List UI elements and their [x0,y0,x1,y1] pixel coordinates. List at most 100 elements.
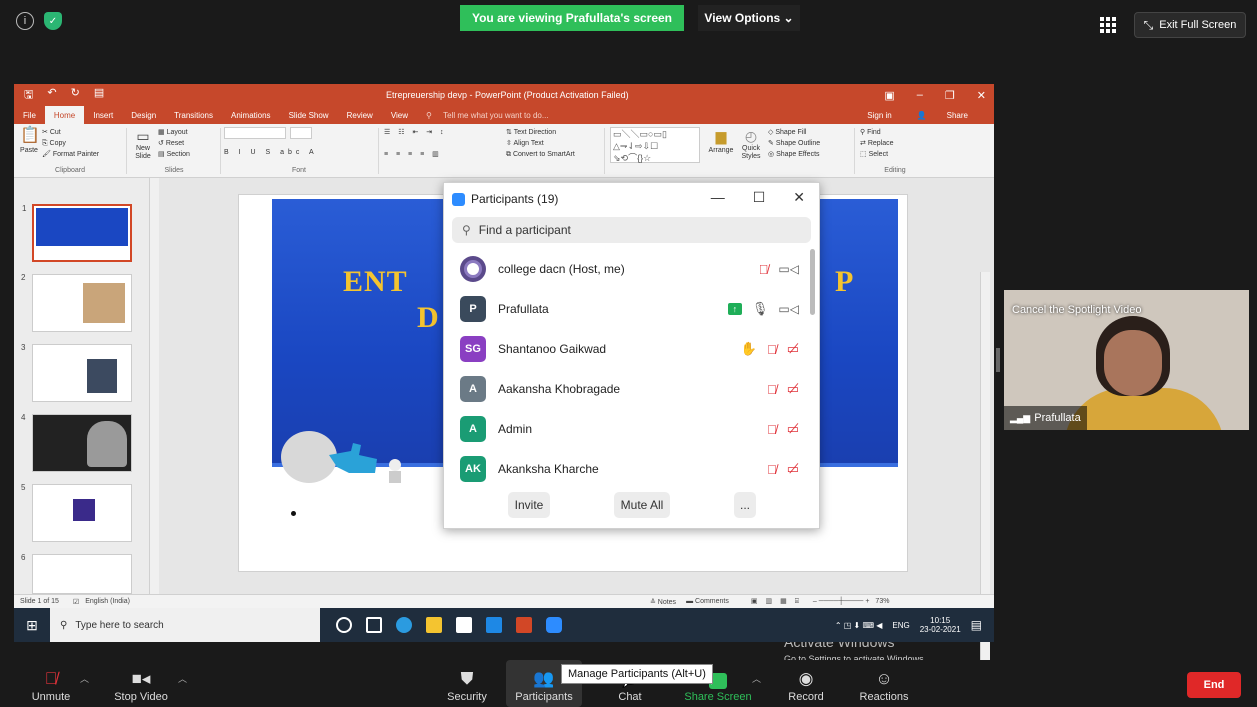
close-panel-icon[interactable]: ✕ [793,189,805,206]
task-view-icon[interactable] [366,617,382,633]
shape-effects-button[interactable]: ◎ Shape Effects [768,149,820,160]
copy-button[interactable]: ⎘ Copy [42,138,99,149]
text-direction-button[interactable]: ⇅ Text Direction [506,127,575,138]
layout-button[interactable]: ▦ Layout [158,127,190,138]
tab-transitions[interactable]: Transitions [165,111,222,120]
mic-muted-icon[interactable]: 🎙̸ [767,382,777,397]
view-options-button[interactable]: View Options ⌄ [698,5,800,31]
participant-list-scrollbar[interactable] [810,249,815,315]
select-button[interactable]: ⬚ Select [860,149,930,160]
format-painter-button[interactable]: 🖌 Format Painter [42,149,99,160]
notes-button[interactable]: ≙ Notes [650,598,676,606]
tray-icons[interactable]: ⌃ ◳ ⬇ ⌨ ◀ [835,621,883,630]
video-options-chevron-icon[interactable]: ︿ [178,672,187,685]
maximize-panel-icon[interactable]: ☐ [753,189,766,206]
tab-animations[interactable]: Animations [222,111,280,120]
gallery-view-icon[interactable] [1100,17,1116,33]
camera-on-icon[interactable]: ▭◁ [778,302,799,316]
section-button[interactable]: ▤ Section [158,149,190,160]
participant-row[interactable]: A Admin 🎙̸ ▭̸ [444,409,819,449]
font-format-buttons[interactable]: B I U S abc A [224,147,318,158]
minimize-icon[interactable]: – [917,89,923,102]
taskbar-search[interactable]: ⚲ Type here to search [50,608,320,642]
find-participant-input[interactable]: ⚲ Find a participant [452,217,811,243]
ribbon-options-icon[interactable]: ▣ [884,89,894,102]
minimize-panel-icon[interactable]: — [711,189,725,206]
reset-button[interactable]: ↺ Reset [158,138,190,149]
zoom-level[interactable]: 73% [875,598,889,605]
undo-icon[interactable]: ↶ [47,86,56,105]
new-slide-icon[interactable]: ▭ [132,127,154,145]
quick-styles-button[interactable]: Quick Styles [738,145,764,161]
tab-slide-show[interactable]: Slide Show [280,111,338,120]
cancel-spotlight-label[interactable]: Cancel the Spotlight Video [1012,304,1141,316]
stop-video-button[interactable]: ■◂ Stop Video [108,660,174,707]
encryption-shield-icon[interactable]: ✓ [44,12,62,30]
shape-fill-button[interactable]: ◇ Shape Fill [768,127,820,138]
shape-outline-button[interactable]: ✎ Shape Outline [768,138,820,149]
slide-thumbnail[interactable]: 2 [21,273,132,332]
end-meeting-button[interactable]: End [1187,672,1241,698]
tab-file[interactable]: File [14,111,45,120]
align-text-button[interactable]: ⇳ Align Text [506,138,575,149]
mic-muted-icon[interactable]: 🎙̸ [767,422,777,437]
participant-row[interactable]: SG Shantanoo Gaikwad ✋ 🎙̸ ▭̸ [444,329,819,369]
slide-thumbnail[interactable]: 4 [21,413,132,472]
more-options-button[interactable]: ... [734,492,756,518]
tell-me-search[interactable]: ⚲ Tell me what you want to do... [417,111,566,120]
restore-icon[interactable]: ❐ [945,89,955,102]
language-indicator[interactable]: English (India) [85,598,130,605]
spellcheck-icon[interactable]: ☑ [73,598,79,606]
mic-muted-icon[interactable]: 🎙̸ [759,262,769,277]
participant-row[interactable]: AK Akanksha Kharche 🎙̸ ▭̸ [444,449,819,489]
share-button[interactable]: Share [938,111,977,120]
mic-muted-icon[interactable]: 🎙̸ [767,342,777,357]
list-buttons[interactable]: ☰ ☷ ⇤ ⇥ ↕ [384,127,447,138]
quick-styles-icon[interactable]: ◴ [738,127,764,145]
font-size-box[interactable] [290,127,312,139]
tab-review[interactable]: Review [338,111,382,120]
save-icon[interactable]: 🖫 [24,86,33,105]
store-icon[interactable] [456,617,472,633]
participant-row[interactable]: A Aakansha Khobragade 🎙̸ ▭̸ [444,369,819,409]
comments-button[interactable]: ▬ Comments [686,598,729,605]
notifications-icon[interactable]: ▤ [971,618,982,632]
speaker-video-tile[interactable]: Cancel the Spotlight Video ▂▄▆ Prafullat… [1004,290,1249,430]
camera-off-icon[interactable]: ▭̸ [787,421,799,437]
align-buttons[interactable]: ≡ ≡ ≡ ≡ ▥ [384,149,442,160]
mic-on-icon[interactable]: 🎙 [752,301,769,317]
edge-icon[interactable] [396,617,412,633]
video-panel-resize-handle[interactable] [996,348,1000,372]
font-name-box[interactable] [224,127,286,139]
zoom-slider[interactable]: – ────┼──── + [813,598,870,605]
view-buttons[interactable]: ▣▥▦⌸ [751,597,807,606]
camera-off-icon[interactable]: ▭̸ [787,381,799,397]
slide-thumbnail[interactable]: 3 [21,343,132,402]
thumbnail-scrollbar[interactable] [149,178,159,594]
present-icon[interactable]: ▤ [94,86,104,105]
language-tray[interactable]: ENG [892,621,909,630]
sign-in-link[interactable]: Sign in [858,111,900,120]
tab-view[interactable]: View [382,111,417,120]
arrange-button[interactable]: Arrange [708,145,734,156]
file-explorer-icon[interactable] [426,617,442,633]
mute-all-button[interactable]: Mute All [614,492,670,518]
replace-button[interactable]: ⇄ Replace [860,138,930,149]
find-button[interactable]: ⚲ Find [860,127,930,138]
security-button[interactable]: ⛊ Security [440,660,494,707]
tab-home[interactable]: Home [44,106,85,124]
mic-muted-icon[interactable]: 🎙̸ [767,462,777,477]
convert-smartart-button[interactable]: ⧉ Convert to SmartArt [506,149,575,160]
new-slide-button[interactable]: New Slide [132,145,154,161]
paste-button[interactable]: Paste [20,145,38,156]
camera-on-icon[interactable]: ▭◁ [778,262,799,276]
exit-fullscreen-button[interactable]: ⤡ Exit Full Screen [1134,12,1246,38]
info-icon[interactable]: i [16,12,34,30]
shapes-gallery[interactable]: ▭＼＼▭○▭▯ △⇁⇃⇨⇩☐ ⇘⟲⌒{}☆ [610,127,700,163]
redo-icon[interactable]: ↻ [71,86,80,105]
zoom-taskbar-icon[interactable] [546,617,562,633]
reactions-button[interactable]: ☺ Reactions [854,660,914,707]
unmute-button[interactable]: 🎙̸ Unmute [26,660,76,707]
mail-icon[interactable] [486,617,502,633]
clock[interactable]: 10:15 23-02-2021 [920,616,961,634]
